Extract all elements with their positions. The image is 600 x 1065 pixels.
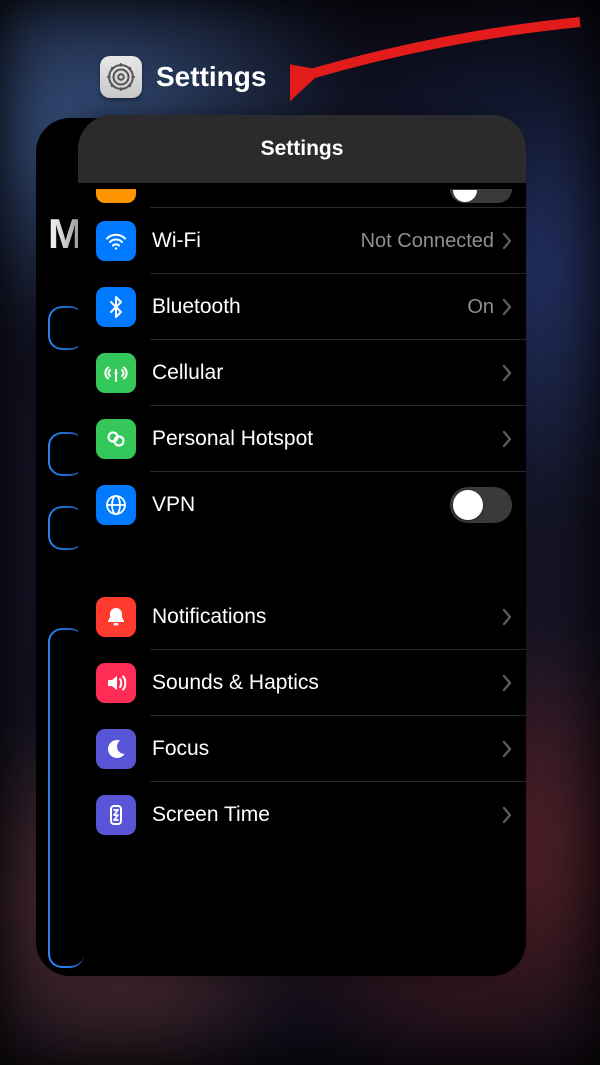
row-airplane-partial [78, 183, 526, 203]
annotation-arrow [290, 16, 590, 106]
settings-list: Wi-Fi Not Connected Bluetooth On Cellula… [78, 183, 526, 973]
chevron-right-icon [502, 430, 512, 448]
airplane-icon [96, 189, 136, 203]
hotspot-icon [96, 419, 136, 459]
page-title: Settings [261, 137, 344, 161]
row-label: Personal Hotspot [152, 427, 502, 451]
settings-app-icon [100, 56, 142, 98]
sounds-icon [96, 663, 136, 703]
chevron-right-icon [502, 674, 512, 692]
focus-icon [96, 729, 136, 769]
row-cellular[interactable]: Cellular [78, 340, 526, 406]
settings-group-connectivity: Wi-Fi Not Connected Bluetooth On Cellula… [78, 183, 526, 538]
wifi-icon [96, 221, 136, 261]
row-value: On [467, 296, 494, 319]
row-label: Wi-Fi [152, 229, 361, 253]
row-screentime[interactable]: Screen Time [78, 782, 526, 848]
row-vpn[interactable]: VPN [78, 472, 526, 538]
app-switcher-label[interactable]: Settings [100, 56, 266, 98]
airplane-toggle-partial [450, 189, 512, 203]
app-switcher-app-name: Settings [156, 61, 266, 93]
notifications-icon [96, 597, 136, 637]
row-value: Not Connected [361, 230, 494, 253]
cellular-icon [96, 353, 136, 393]
row-notifications[interactable]: Notifications [78, 584, 526, 650]
row-sounds[interactable]: Sounds & Haptics [78, 650, 526, 716]
row-label: Screen Time [152, 803, 502, 827]
vpn-icon [96, 485, 136, 525]
screentime-icon [96, 795, 136, 835]
settings-header: Settings [78, 115, 526, 183]
row-label: Cellular [152, 361, 502, 385]
row-bluetooth[interactable]: Bluetooth On [78, 274, 526, 340]
chevron-right-icon [502, 740, 512, 758]
chevron-right-icon [502, 232, 512, 250]
row-focus[interactable]: Focus [78, 716, 526, 782]
chevron-right-icon [502, 364, 512, 382]
row-hotspot[interactable]: Personal Hotspot [78, 406, 526, 472]
row-label: Notifications [152, 605, 502, 629]
chevron-right-icon [502, 806, 512, 824]
settings-app-card[interactable]: Settings Wi-Fi Not Connected [78, 115, 526, 973]
settings-group-notifications: Notifications Sounds & Haptics Focus [78, 584, 526, 848]
chevron-right-icon [502, 298, 512, 316]
bluetooth-icon [96, 287, 136, 327]
row-wifi[interactable]: Wi-Fi Not Connected [78, 208, 526, 274]
row-label: VPN [152, 493, 450, 517]
row-label: Bluetooth [152, 295, 467, 319]
vpn-toggle[interactable] [450, 487, 512, 523]
row-label: Focus [152, 737, 502, 761]
row-label: Sounds & Haptics [152, 671, 502, 695]
chevron-right-icon [502, 608, 512, 626]
